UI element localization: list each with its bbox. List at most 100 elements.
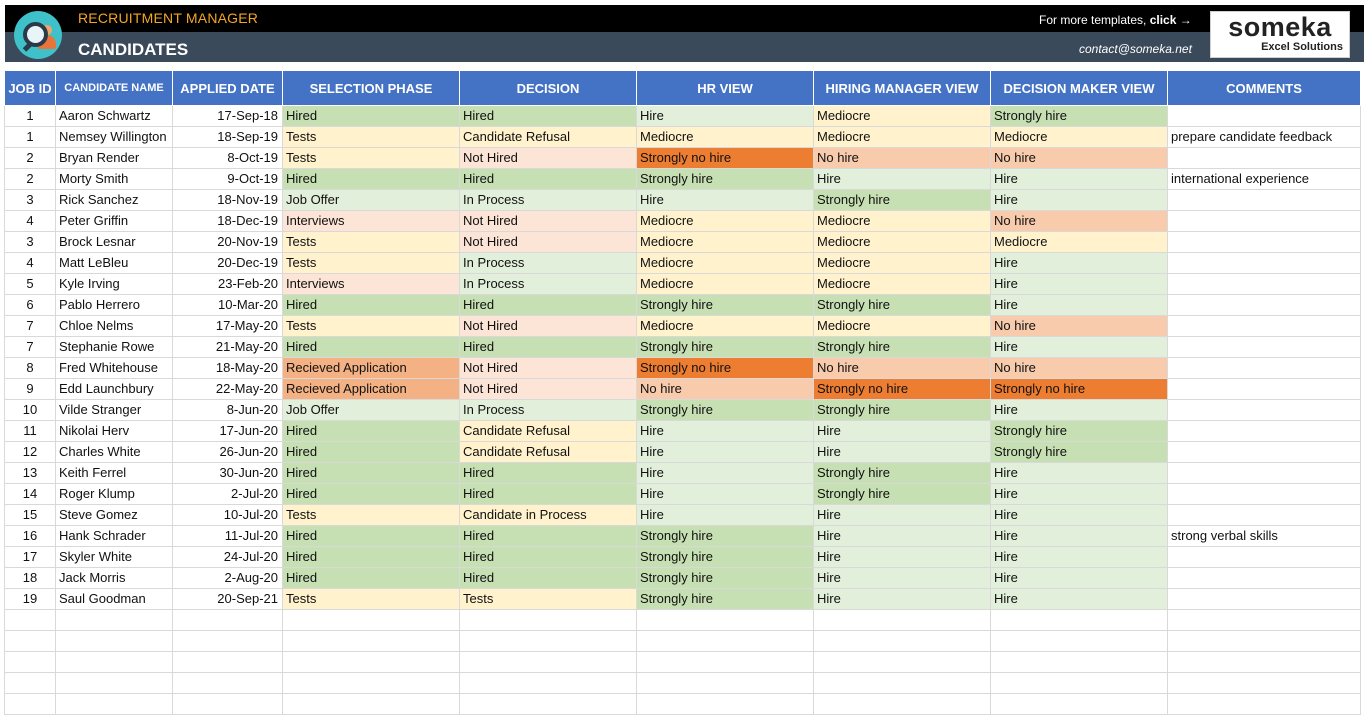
cell-decision[interactable]: In Process (460, 253, 637, 274)
cell-job-id[interactable]: 4 (5, 211, 56, 232)
empty-cell[interactable] (5, 694, 56, 715)
cell-selection-phase[interactable]: Hired (283, 463, 460, 484)
table-row[interactable]: 16Hank Schrader11-Jul-20HiredHiredStrong… (5, 526, 1361, 547)
cell-job-id[interactable]: 6 (5, 295, 56, 316)
cell-hr-view[interactable]: Strongly hire (637, 169, 814, 190)
cell-applied-date[interactable]: 18-May-20 (173, 358, 283, 379)
empty-row[interactable] (5, 694, 1361, 715)
cell-hiring-manager-view[interactable]: Hire (814, 526, 991, 547)
cell-decision-maker-view[interactable]: Hire (991, 589, 1168, 610)
empty-cell[interactable] (460, 694, 637, 715)
empty-cell[interactable] (991, 610, 1168, 631)
cell-job-id[interactable]: 7 (5, 337, 56, 358)
cell-decision-maker-view[interactable]: Mediocre (991, 127, 1168, 148)
cell-hiring-manager-view[interactable]: Hire (814, 442, 991, 463)
cell-selection-phase[interactable]: Interviews (283, 211, 460, 232)
table-row[interactable]: 4Peter Griffin18-Dec-19InterviewsNot Hir… (5, 211, 1361, 232)
cell-decision[interactable]: Hired (460, 547, 637, 568)
cell-applied-date[interactable]: 20-Sep-21 (173, 589, 283, 610)
empty-cell[interactable] (56, 610, 173, 631)
cell-hr-view[interactable]: Mediocre (637, 253, 814, 274)
cell-job-id[interactable]: 7 (5, 316, 56, 337)
cell-comments[interactable] (1168, 484, 1361, 505)
cell-comments[interactable] (1168, 106, 1361, 127)
cell-decision[interactable]: Candidate Refusal (460, 442, 637, 463)
cell-hr-view[interactable]: Hire (637, 463, 814, 484)
cell-decision-maker-view[interactable]: Hire (991, 337, 1168, 358)
cell-decision[interactable]: Not Hired (460, 316, 637, 337)
cell-job-id[interactable]: 10 (5, 400, 56, 421)
cell-applied-date[interactable]: 8-Oct-19 (173, 148, 283, 169)
cell-comments[interactable]: international experience (1168, 169, 1361, 190)
cell-selection-phase[interactable]: Hired (283, 547, 460, 568)
cell-comments[interactable] (1168, 148, 1361, 169)
empty-cell[interactable] (814, 652, 991, 673)
cell-applied-date[interactable]: 30-Jun-20 (173, 463, 283, 484)
empty-cell[interactable] (5, 673, 56, 694)
table-row[interactable]: 14Roger Klump2-Jul-20HiredHiredHireStron… (5, 484, 1361, 505)
cell-job-id[interactable]: 15 (5, 505, 56, 526)
cell-job-id[interactable]: 19 (5, 589, 56, 610)
cell-candidate-name[interactable]: Aaron Schwartz (56, 106, 173, 127)
column-header-comments[interactable]: COMMENTS (1168, 71, 1361, 106)
cell-comments[interactable] (1168, 274, 1361, 295)
empty-cell[interactable] (1168, 652, 1361, 673)
templates-click-label[interactable]: click → (1150, 13, 1192, 27)
table-row[interactable]: 18Jack Morris2-Aug-20HiredHiredStrongly … (5, 568, 1361, 589)
cell-applied-date[interactable]: 20-Nov-19 (173, 232, 283, 253)
empty-cell[interactable] (173, 652, 283, 673)
column-header-decision[interactable]: DECISION (460, 71, 637, 106)
cell-selection-phase[interactable]: Hired (283, 421, 460, 442)
cell-hiring-manager-view[interactable]: Hire (814, 421, 991, 442)
cell-hr-view[interactable]: Strongly hire (637, 547, 814, 568)
cell-decision[interactable]: Hired (460, 463, 637, 484)
cell-selection-phase[interactable]: Tests (283, 505, 460, 526)
empty-cell[interactable] (1168, 610, 1361, 631)
cell-hr-view[interactable]: Mediocre (637, 127, 814, 148)
cell-selection-phase[interactable]: Hired (283, 295, 460, 316)
cell-candidate-name[interactable]: Chloe Nelms (56, 316, 173, 337)
cell-decision-maker-view[interactable]: Hire (991, 547, 1168, 568)
cell-job-id[interactable]: 2 (5, 148, 56, 169)
table-row[interactable]: 3Brock Lesnar20-Nov-19TestsNot HiredMedi… (5, 232, 1361, 253)
table-row[interactable]: 13Keith Ferrel30-Jun-20HiredHiredHireStr… (5, 463, 1361, 484)
cell-hiring-manager-view[interactable]: No hire (814, 358, 991, 379)
cell-decision-maker-view[interactable]: Mediocre (991, 232, 1168, 253)
cell-comments[interactable] (1168, 547, 1361, 568)
cell-hiring-manager-view[interactable]: Mediocre (814, 253, 991, 274)
cell-hiring-manager-view[interactable]: Strongly hire (814, 400, 991, 421)
cell-candidate-name[interactable]: Jack Morris (56, 568, 173, 589)
empty-cell[interactable] (460, 673, 637, 694)
cell-candidate-name[interactable]: Nemsey Willington (56, 127, 173, 148)
cell-decision-maker-view[interactable]: Hire (991, 274, 1168, 295)
cell-decision-maker-view[interactable]: Strongly no hire (991, 379, 1168, 400)
column-header-hr-view[interactable]: HR VIEW (637, 71, 814, 106)
cell-decision[interactable]: Hired (460, 169, 637, 190)
cell-hiring-manager-view[interactable]: Strongly hire (814, 190, 991, 211)
cell-applied-date[interactable]: 18-Sep-19 (173, 127, 283, 148)
table-row[interactable]: 6Pablo Herrero10-Mar-20HiredHiredStrongl… (5, 295, 1361, 316)
cell-selection-phase[interactable]: Interviews (283, 274, 460, 295)
table-row[interactable]: 4Matt LeBleu20-Dec-19TestsIn ProcessMedi… (5, 253, 1361, 274)
empty-cell[interactable] (637, 694, 814, 715)
table-row[interactable]: 11Nikolai Herv17-Jun-20HiredCandidate Re… (5, 421, 1361, 442)
cell-decision[interactable]: Not Hired (460, 232, 637, 253)
cell-hr-view[interactable]: Mediocre (637, 211, 814, 232)
cell-comments[interactable] (1168, 442, 1361, 463)
cell-applied-date[interactable]: 26-Jun-20 (173, 442, 283, 463)
empty-cell[interactable] (991, 673, 1168, 694)
cell-applied-date[interactable]: 21-May-20 (173, 337, 283, 358)
empty-cell[interactable] (5, 652, 56, 673)
cell-candidate-name[interactable]: Morty Smith (56, 169, 173, 190)
table-row[interactable]: 19Saul Goodman20-Sep-21TestsTestsStrongl… (5, 589, 1361, 610)
cell-applied-date[interactable]: 10-Mar-20 (173, 295, 283, 316)
cell-applied-date[interactable]: 22-May-20 (173, 379, 283, 400)
cell-comments[interactable] (1168, 400, 1361, 421)
cell-comments[interactable] (1168, 337, 1361, 358)
table-row[interactable]: 2Morty Smith9-Oct-19HiredHiredStrongly h… (5, 169, 1361, 190)
cell-candidate-name[interactable]: Rick Sanchez (56, 190, 173, 211)
cell-decision[interactable]: Hired (460, 568, 637, 589)
cell-hr-view[interactable]: No hire (637, 379, 814, 400)
cell-hiring-manager-view[interactable]: Mediocre (814, 211, 991, 232)
cell-selection-phase[interactable]: Recieved Application (283, 379, 460, 400)
